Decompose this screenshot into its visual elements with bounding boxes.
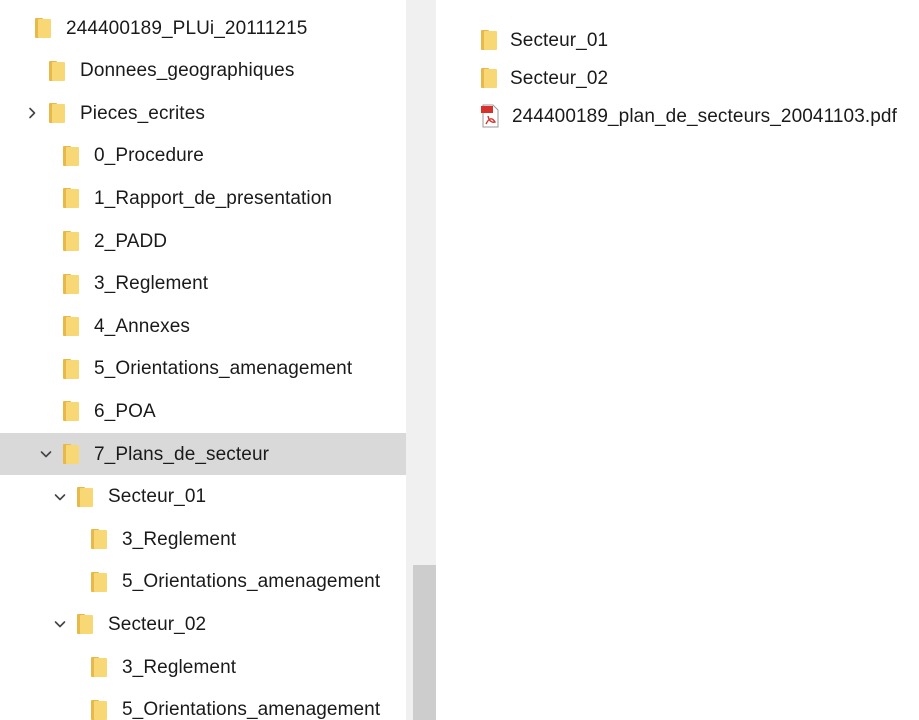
folder-icon xyxy=(91,571,107,592)
folder-icon xyxy=(63,231,79,251)
tree-item-label: 3_Reglement xyxy=(122,656,237,678)
tree-item-label: Secteur_01 xyxy=(108,486,207,508)
folder-name: Secteur_02 xyxy=(510,67,609,89)
tree-item-label: 244400189_PLUi_20111215 xyxy=(66,17,308,39)
tree-item-label: 5_Orientations_amenagement xyxy=(94,358,353,380)
tree-item-0-procedure[interactable]: 0_Procedure xyxy=(0,135,406,177)
file-name: 244400189_plan_de_secteurs_20041103.pdf xyxy=(512,105,897,127)
tree-item-3-reglement[interactable]: 3_Reglement xyxy=(0,646,406,688)
tree-item-5-orientations-amenagement[interactable]: 5_Orientations_amenagement xyxy=(0,348,406,390)
tree-item-label: 5_Orientations_amenagement xyxy=(122,571,381,593)
file-explorer-window: 244400189_PLUi_20111215 Donnees_geograph… xyxy=(0,0,919,720)
pdf-file-icon xyxy=(481,104,499,128)
tree-item-1-rapport-de-presentation[interactable]: 1_Rapport_de_presentation xyxy=(0,177,406,219)
folder-name: Secteur_01 xyxy=(510,29,609,51)
folder-icon xyxy=(63,273,79,294)
folder-icon xyxy=(63,188,79,209)
vertical-scrollbar[interactable] xyxy=(406,0,436,720)
folder-icon xyxy=(481,30,497,50)
tree-item-5-orientations-amenagement[interactable]: 5_Orientations_amenagement xyxy=(0,689,406,720)
folder-item[interactable]: Secteur_01 xyxy=(480,26,608,54)
tree-item-label: Donnees_geographiques xyxy=(80,60,295,82)
tree-item-label: 1_Rapport_de_presentation xyxy=(94,187,333,209)
folder-icon xyxy=(91,529,107,550)
tree-item-label: 0_Procedure xyxy=(94,145,204,167)
tree-item-2-padd[interactable]: 2_PADD xyxy=(0,220,406,262)
folder-item[interactable]: Secteur_02 xyxy=(480,64,608,92)
tree-item-3-reglement[interactable]: 3_Reglement xyxy=(0,263,406,305)
tree-item-3-reglement[interactable]: 3_Reglement xyxy=(0,518,406,560)
content-pane: Secteur_01 Secteur_02 244400189_plan_de_se… xyxy=(436,0,919,720)
tree-item-7-plans-de-secteur[interactable]: 7_Plans_de_secteur xyxy=(0,433,406,475)
folder-icon xyxy=(77,614,93,635)
folder-icon xyxy=(63,145,79,166)
navigation-pane: 244400189_PLUi_20111215 Donnees_geograph… xyxy=(0,0,406,720)
tree-item-pieces-ecrites[interactable]: Pieces_ecrites xyxy=(0,92,406,134)
chevron-down-icon[interactable] xyxy=(52,616,68,632)
folder-icon xyxy=(77,486,93,507)
chevron-down-icon[interactable] xyxy=(52,489,68,505)
tree-item-secteur-01[interactable]: Secteur_01 xyxy=(0,476,406,518)
tree-item-5-orientations-amenagement[interactable]: 5_Orientations_amenagement xyxy=(0,561,406,603)
folder-icon xyxy=(49,103,65,124)
tree-item-label: 4_Annexes xyxy=(94,315,190,337)
tree-item-label: Secteur_02 xyxy=(108,613,207,635)
tree-item-label: Pieces_ecrites xyxy=(80,102,205,124)
folder-icon xyxy=(63,444,79,464)
folder-icon xyxy=(63,401,79,422)
tree-item-6-poa[interactable]: 6_POA xyxy=(0,390,406,432)
folder-icon xyxy=(91,699,107,720)
tree-item-secteur-02[interactable]: Secteur_02 xyxy=(0,603,406,645)
tree-item-4-annexes[interactable]: 4_Annexes xyxy=(0,305,406,347)
folder-icon xyxy=(63,316,79,337)
chevron-down-icon[interactable] xyxy=(38,446,54,462)
tree-item-label: 3_Reglement xyxy=(94,273,209,295)
folder-icon xyxy=(35,18,51,38)
tree-item-label: 6_POA xyxy=(94,400,156,422)
folder-icon xyxy=(49,60,65,81)
folder-icon xyxy=(63,358,79,379)
pdf-file-item[interactable]: 244400189_plan_de_secteurs_20041103.pdf xyxy=(480,102,897,130)
tree-item-label: 5_Orientations_amenagement xyxy=(122,699,381,720)
folder-icon xyxy=(481,68,497,88)
tree-item-donnees-geographiques[interactable]: Donnees_geographiques xyxy=(0,50,406,92)
tree-item-label: 3_Reglement xyxy=(122,528,237,550)
chevron-right-icon[interactable] xyxy=(24,105,40,121)
tree-item-244400189-plui-20111215[interactable]: 244400189_PLUi_20111215 xyxy=(0,7,406,49)
tree-item-label: 2_PADD xyxy=(94,230,168,252)
scrollbar-thumb[interactable] xyxy=(413,565,436,720)
folder-icon xyxy=(91,657,107,677)
tree-item-label: 7_Plans_de_secteur xyxy=(94,443,270,465)
